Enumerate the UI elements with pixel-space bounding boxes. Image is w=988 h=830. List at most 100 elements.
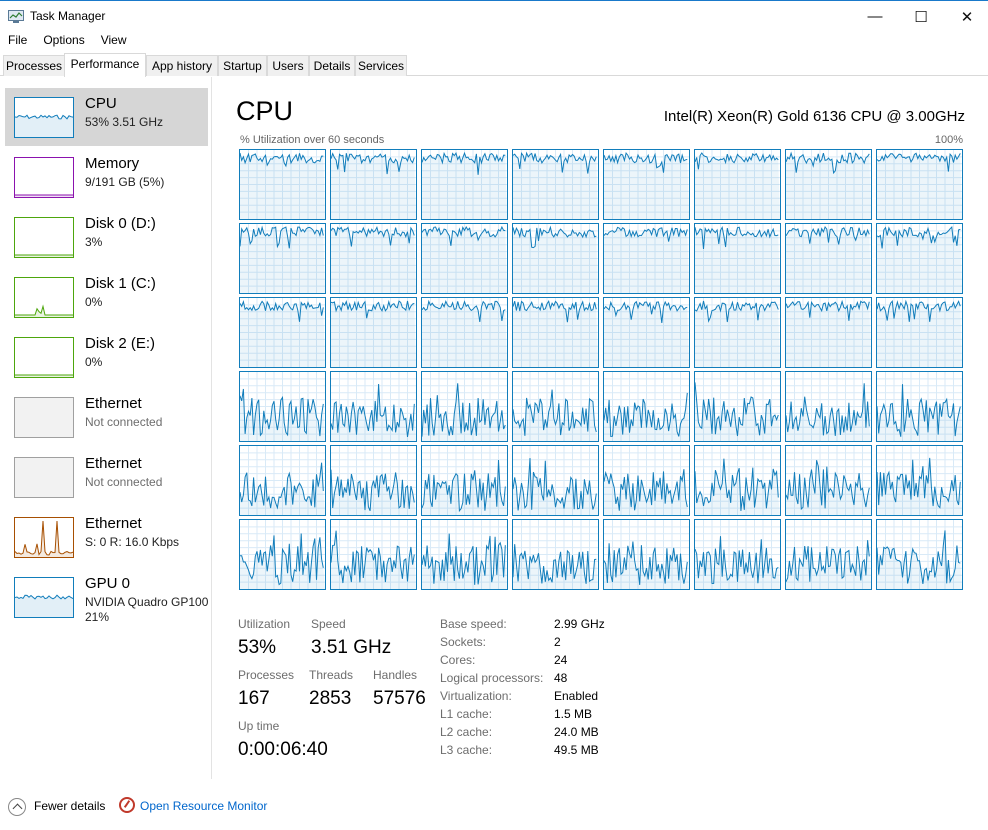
task-manager-icon: [8, 10, 24, 23]
sidebar-item[interactable]: Ethernet S: 0 R: 16.0 Kbps: [5, 508, 208, 566]
tab-users[interactable]: Users: [267, 55, 309, 76]
sidebar-item[interactable]: Disk 1 (C:) 0%: [5, 268, 208, 326]
sidebar-item-percent: 21%: [85, 610, 110, 624]
menu-options[interactable]: Options: [35, 31, 92, 51]
fewer-details-button[interactable]: Fewer details: [34, 799, 105, 813]
spec-label: L3 cache:: [440, 743, 493, 757]
core-graph: [603, 223, 690, 294]
utilization-value: 53%: [238, 637, 277, 658]
core-graph: [694, 223, 781, 294]
tab-startup[interactable]: Startup: [218, 55, 267, 76]
core-graph: [239, 371, 326, 442]
sidebar-item[interactable]: Disk 0 (D:) 3%: [5, 208, 208, 266]
sidebar-item-detail: 3%: [85, 235, 103, 249]
close-button[interactable]: ✕: [944, 1, 988, 32]
resource-sidebar: CPU 53% 3.51 GHz Memory 9/191 GB (5%) Disk 0…: [0, 77, 212, 779]
core-graph: [330, 297, 417, 368]
chevron-up-icon[interactable]: [8, 798, 26, 816]
sidebar-item-name: Ethernet: [85, 395, 142, 412]
mini-graph: [14, 457, 74, 498]
mini-graph: [14, 397, 74, 438]
spec-label: Base speed:: [440, 617, 507, 631]
speed-value: 3.51 GHz: [311, 637, 392, 658]
core-graph: [785, 149, 872, 220]
core-graph: [512, 371, 599, 442]
spec-value: 49.5 MB: [554, 743, 599, 757]
mini-graph: [14, 337, 74, 378]
core-graph: [512, 519, 599, 590]
sidebar-item-name: Disk 2 (E:): [85, 335, 156, 352]
window-title: Task Manager: [30, 9, 106, 23]
core-graph: [694, 445, 781, 516]
handles-value: 57576: [373, 688, 426, 709]
core-graph: [785, 223, 872, 294]
spec-label: Sockets:: [440, 635, 487, 649]
core-graph: [785, 445, 872, 516]
threads-label: Threads: [309, 668, 354, 682]
tab-app-history[interactable]: App history: [146, 55, 218, 76]
core-graph: [876, 297, 963, 368]
sidebar-item[interactable]: Ethernet Not connected: [5, 448, 208, 506]
maximize-button[interactable]: ☐: [898, 1, 944, 32]
sidebar-item-name: GPU 0: [85, 575, 131, 592]
menu-file[interactable]: File: [0, 31, 35, 51]
sidebar-item-name: Ethernet: [85, 455, 142, 472]
sidebar-item-detail: 9/191 GB (5%): [85, 175, 165, 189]
utilization-label: Utilization: [238, 617, 291, 631]
sidebar-item-detail: Not connected: [85, 415, 163, 429]
tab-performance[interactable]: Performance: [64, 53, 146, 77]
core-graph: [330, 223, 417, 294]
core-graph: [785, 297, 872, 368]
tab-details[interactable]: Details: [309, 55, 355, 76]
threads-value: 2853: [309, 688, 352, 709]
spec-label: L2 cache:: [440, 725, 493, 739]
core-graph: [421, 223, 508, 294]
mini-graph: [14, 217, 74, 258]
core-graph: [239, 223, 326, 294]
sidebar-item-name: Disk 0 (D:): [85, 215, 156, 232]
core-graph: [876, 149, 963, 220]
core-graph: [239, 445, 326, 516]
cpu-model: Intel(R) Xeon(R) Gold 6136 CPU @ 3.00GHz: [663, 108, 965, 125]
open-resource-monitor-link[interactable]: Open Resource Monitor: [140, 799, 267, 813]
core-graph: [330, 519, 417, 590]
tab-services[interactable]: Services: [355, 55, 407, 76]
core-graph: [421, 149, 508, 220]
sidebar-item[interactable]: GPU 0 NVIDIA Quadro GP100 21%: [5, 568, 208, 626]
core-graph: [421, 297, 508, 368]
sidebar-item[interactable]: Ethernet Not connected: [5, 388, 208, 446]
core-graph: [876, 445, 963, 516]
mini-graph: [14, 277, 74, 318]
sidebar-item[interactable]: Disk 2 (E:) 0%: [5, 328, 208, 386]
core-graph: [239, 149, 326, 220]
page-title: CPU: [236, 96, 294, 126]
sidebar-item-name: Memory: [85, 155, 140, 172]
core-graph: [512, 149, 599, 220]
handles-label: Handles: [373, 668, 418, 682]
mini-graph: [14, 97, 74, 138]
core-graph: [330, 149, 417, 220]
core-graph: [694, 297, 781, 368]
sidebar-item-name: Disk 1 (C:): [85, 275, 156, 292]
sidebar-item-name: Ethernet: [85, 515, 142, 532]
minimize-button[interactable]: —: [852, 1, 898, 32]
menu-view[interactable]: View: [93, 31, 135, 51]
mini-graph: [14, 517, 74, 558]
logical-processor-graphs: [239, 149, 964, 593]
uptime-value: 0:00:06:40: [238, 739, 328, 760]
core-graph: [876, 371, 963, 442]
core-graph: [512, 445, 599, 516]
core-graph: [603, 445, 690, 516]
sidebar-item-detail: 53% 3.51 GHz: [85, 115, 164, 129]
spec-value: 2: [554, 635, 561, 649]
uptime-label: Up time: [238, 719, 280, 733]
sidebar-item[interactable]: CPU 53% 3.51 GHz: [5, 88, 208, 146]
sidebar-item-detail: 0%: [85, 355, 103, 369]
tab-processes[interactable]: Processes: [3, 55, 65, 76]
sidebar-item[interactable]: Memory 9/191 GB (5%): [5, 148, 208, 206]
core-graph: [876, 223, 963, 294]
speed-label: Speed: [311, 617, 346, 631]
processes-label: Processes: [238, 668, 295, 682]
spec-value: 48: [554, 671, 568, 685]
title-bar: Task Manager — ☐ ✕: [0, 0, 988, 31]
